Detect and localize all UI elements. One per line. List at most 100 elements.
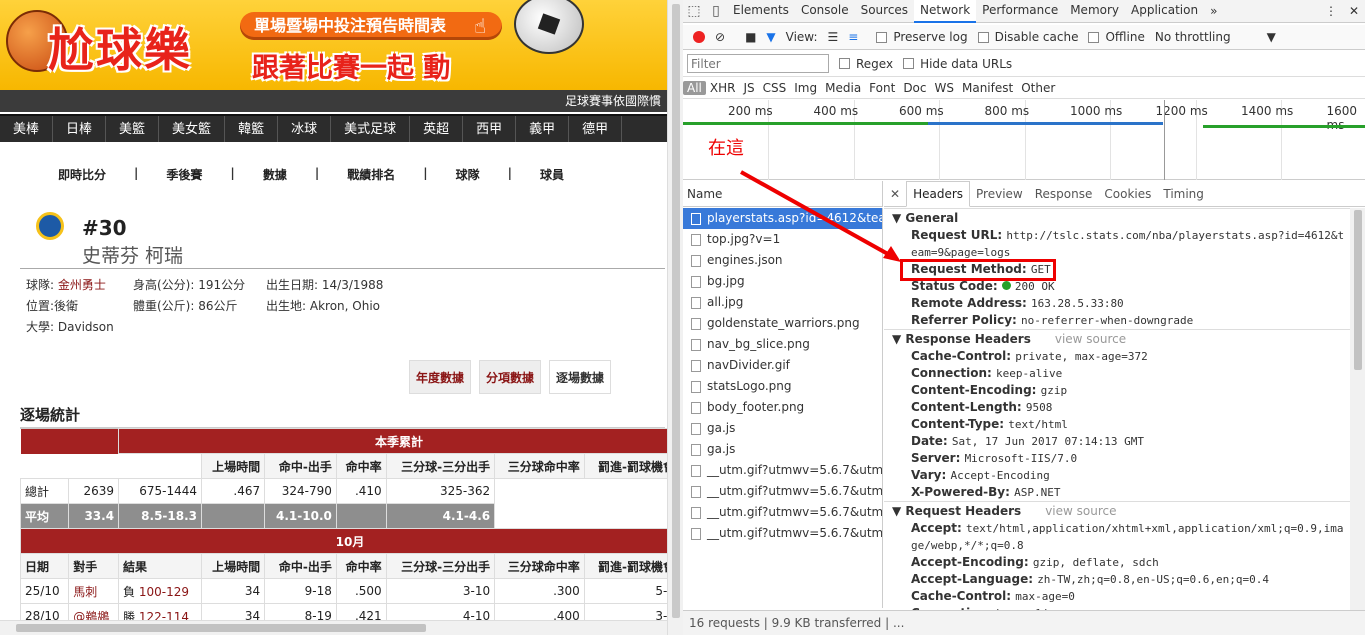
opponent-link[interactable]: 馬刺 bbox=[73, 585, 97, 599]
close-detail-icon[interactable]: ✕ bbox=[884, 182, 906, 206]
close-icon[interactable]: ✕ bbox=[1343, 0, 1365, 22]
topnav-item-8[interactable]: 西甲 bbox=[463, 116, 516, 142]
schedule-banner-button[interactable]: 單場暨場中投注預告時間表 bbox=[240, 12, 502, 40]
type-filter-ws[interactable]: WS bbox=[931, 81, 958, 95]
detail-tab-timing[interactable]: Timing bbox=[1157, 182, 1210, 206]
throttling-select[interactable]: No throttling▼ bbox=[1155, 30, 1276, 44]
tab-season-stats[interactable]: 年度數據 bbox=[409, 360, 471, 394]
request-headers-section-header[interactable]: ▼ Request Headersview source bbox=[884, 501, 1350, 520]
request-row[interactable]: __utm.gif?utmwv=5.6.7&utms=... bbox=[683, 460, 882, 481]
scroll-thumb[interactable] bbox=[1354, 210, 1362, 370]
type-filter-all[interactable]: All bbox=[683, 81, 706, 95]
name-column-header[interactable]: Name bbox=[683, 181, 883, 207]
filter-icon[interactable]: ▼ bbox=[766, 30, 775, 44]
topnav-item-2[interactable]: 美籃 bbox=[106, 116, 159, 142]
scroll-thumb[interactable] bbox=[16, 624, 426, 632]
tab-performance[interactable]: Performance bbox=[976, 0, 1064, 23]
subnav-item-4[interactable]: 球隊 bbox=[428, 166, 508, 183]
waterfall-view-icon[interactable]: ≡ bbox=[848, 30, 858, 44]
more-tabs-icon[interactable]: » bbox=[1204, 0, 1223, 22]
type-filter-img[interactable]: Img bbox=[790, 81, 821, 95]
request-row[interactable]: statsLogo.png bbox=[683, 376, 882, 397]
screenshot-icon[interactable]: ■ bbox=[745, 30, 756, 44]
type-filter-js[interactable]: JS bbox=[739, 81, 758, 95]
type-filter-doc[interactable]: Doc bbox=[899, 81, 930, 95]
request-row[interactable]: top.jpg?v=1 bbox=[683, 229, 882, 250]
request-row[interactable]: body_footer.png bbox=[683, 397, 882, 418]
type-filter-xhr[interactable]: XHR bbox=[706, 81, 740, 95]
record-icon[interactable] bbox=[693, 31, 705, 43]
clear-icon[interactable]: ⊘ bbox=[715, 30, 725, 44]
topnav-item-6[interactable]: 美式足球 bbox=[331, 116, 410, 142]
topnav-item-7[interactable]: 英超 bbox=[410, 116, 463, 142]
view-source-link[interactable]: view source bbox=[1055, 332, 1126, 346]
header-value: zh-TW,zh;q=0.8,en-US;q=0.6,en;q=0.4 bbox=[1037, 573, 1269, 586]
type-filter-css[interactable]: CSS bbox=[759, 81, 791, 95]
detail-tab-cookies[interactable]: Cookies bbox=[1098, 182, 1157, 206]
topnav-item-1[interactable]: 日棒 bbox=[53, 116, 106, 142]
request-row[interactable]: ga.js bbox=[683, 418, 882, 439]
request-row[interactable]: all.jpg bbox=[683, 292, 882, 313]
request-row[interactable]: __utm.gif?utmwv=5.6.7&utms=... bbox=[683, 523, 882, 544]
topnav-item-9[interactable]: 義甲 bbox=[516, 116, 569, 142]
type-filter-font[interactable]: Font bbox=[865, 81, 899, 95]
type-filter-manifest[interactable]: Manifest bbox=[958, 81, 1017, 95]
request-row[interactable]: bg.jpg bbox=[683, 271, 882, 292]
tab-game-log[interactable]: 逐場數據 bbox=[549, 360, 611, 394]
detail-tab-headers[interactable]: Headers bbox=[906, 181, 970, 207]
request-row[interactable]: nav_bg_slice.png bbox=[683, 334, 882, 355]
subnav-item-2[interactable]: 數據 bbox=[235, 166, 315, 183]
topnav-item-10[interactable]: 德甲 bbox=[569, 116, 622, 142]
view-source-link[interactable]: view source bbox=[1045, 504, 1116, 518]
request-row[interactable]: __utm.gif?utmwv=5.6.7&utms=... bbox=[683, 481, 882, 502]
preserve-log-checkbox[interactable]: Preserve log bbox=[876, 30, 967, 44]
request-row[interactable]: __utm.gif?utmwv=5.6.7&utms=... bbox=[683, 502, 882, 523]
topnav-item-5[interactable]: 冰球 bbox=[278, 116, 331, 142]
subnav-item-3[interactable]: 戰績排名 bbox=[319, 166, 423, 183]
detail-tab-response[interactable]: Response bbox=[1029, 182, 1099, 206]
request-row[interactable]: goldenstate_warriors.png bbox=[683, 313, 882, 334]
tab-console[interactable]: Console bbox=[795, 0, 855, 23]
request-row[interactable]: ga.js bbox=[683, 439, 882, 460]
tab-memory[interactable]: Memory bbox=[1064, 0, 1125, 23]
scroll-thumb[interactable] bbox=[672, 4, 680, 618]
topnav-item-3[interactable]: 美女籃 bbox=[159, 116, 225, 142]
tab-application[interactable]: Application bbox=[1125, 0, 1204, 23]
inspect-icon[interactable]: ⬚ bbox=[683, 3, 705, 19]
details-scrollbar[interactable] bbox=[1350, 208, 1365, 610]
topnav-item-0[interactable]: 美棒 bbox=[0, 116, 53, 142]
news-ticker[interactable]: 足球賽事依國際慣 bbox=[0, 90, 667, 112]
topnav-item-4[interactable]: 韓籃 bbox=[225, 116, 278, 142]
type-filter-media[interactable]: Media bbox=[821, 81, 865, 95]
hide-data-urls-checkbox[interactable]: Hide data URLs bbox=[903, 57, 1012, 71]
list-view-icon[interactable]: ☰ bbox=[828, 30, 839, 44]
offline-checkbox[interactable]: Offline bbox=[1088, 30, 1144, 44]
request-row[interactable]: navDivider.gif bbox=[683, 355, 882, 376]
regex-checkbox[interactable]: Regex bbox=[839, 57, 893, 71]
response-headers-section-header[interactable]: ▼ Response Headersview source bbox=[884, 329, 1350, 348]
tab-network[interactable]: Network bbox=[914, 0, 976, 23]
type-filter-other[interactable]: Other bbox=[1017, 81, 1059, 95]
subnav-item-0[interactable]: 即時比分 bbox=[30, 166, 134, 183]
menu-icon[interactable]: ⋮ bbox=[1319, 0, 1343, 22]
tab-elements[interactable]: Elements bbox=[727, 0, 795, 23]
vertical-scrollbar[interactable] bbox=[667, 0, 683, 635]
device-toolbar-icon[interactable]: ▯ bbox=[705, 3, 727, 19]
filter-input[interactable] bbox=[687, 54, 829, 73]
table-cell: 總計 bbox=[21, 479, 69, 504]
disable-cache-checkbox[interactable]: Disable cache bbox=[978, 30, 1079, 44]
network-overview-timeline[interactable]: 200 ms400 ms600 ms800 ms1000 ms1200 ms14… bbox=[683, 100, 1365, 180]
timeline-bar bbox=[928, 122, 1163, 125]
team-link[interactable]: 金州勇士 bbox=[58, 278, 106, 292]
tab-sources[interactable]: Sources bbox=[855, 0, 914, 23]
tab-split-stats[interactable]: 分項數據 bbox=[479, 360, 541, 394]
request-row[interactable]: engines.json bbox=[683, 250, 882, 271]
detail-tab-preview[interactable]: Preview bbox=[970, 182, 1029, 206]
subnav-item-1[interactable]: 季後賽 bbox=[138, 166, 230, 183]
score-link[interactable]: 100-129 bbox=[139, 585, 189, 599]
subnav-item-5[interactable]: 球員 bbox=[512, 166, 592, 183]
horizontal-scrollbar[interactable] bbox=[0, 620, 667, 635]
request-row[interactable]: playerstats.asp?id=4612&team... bbox=[683, 208, 882, 229]
general-section-header[interactable]: ▼ General bbox=[884, 208, 1350, 227]
site-logo[interactable]: 尬球樂 bbox=[48, 14, 192, 80]
